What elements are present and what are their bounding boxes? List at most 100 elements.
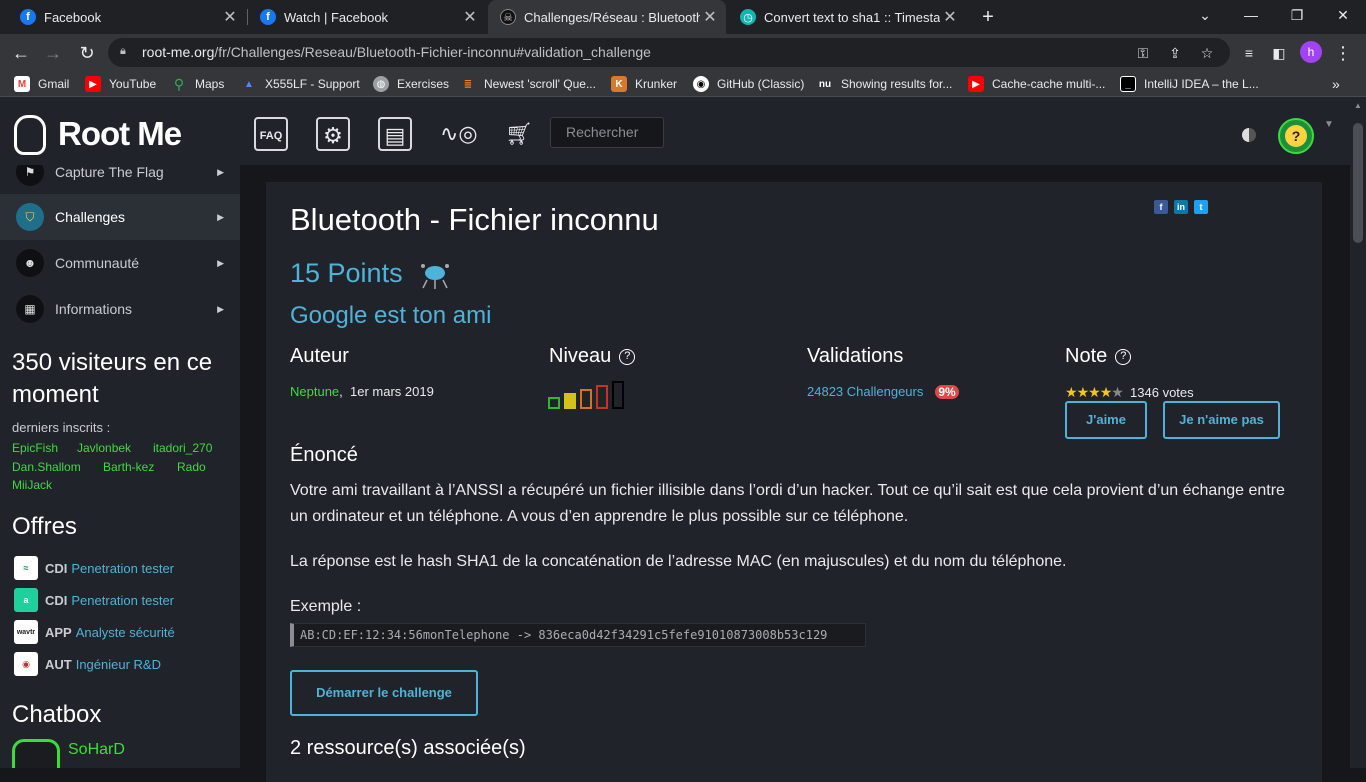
recent-user-link[interactable]: MiiJack — [12, 478, 52, 492]
difficulty-bar — [612, 381, 624, 409]
new-tab-button[interactable]: + — [976, 5, 1000, 29]
documents-icon[interactable]: ▤ — [378, 117, 412, 151]
bookmark-gmail[interactable]: M Gmail — [14, 75, 69, 93]
star-icon: ★ — [1099, 384, 1113, 400]
chat-user-link[interactable]: SoHarD — [68, 741, 125, 759]
linkedin-share-icon[interactable]: in — [1174, 200, 1188, 214]
user-avatar[interactable]: ? — [1278, 118, 1314, 154]
offer-link[interactable]: Ingénieur R&D — [76, 657, 161, 672]
bookmark-intellij[interactable]: _ IntelliJ IDEA – the L... — [1120, 75, 1259, 93]
krunker-icon: K — [611, 76, 627, 92]
offer-item[interactable]: wavtr APP Analyste sécurité — [14, 620, 175, 644]
bookmark-results[interactable]: nu Showing results for... — [817, 75, 953, 93]
shop-cart-icon[interactable]: 🛒︎ — [502, 117, 536, 151]
tab-sha1-converter[interactable]: ◷ Convert text to sha1 :: Timestamp ✕ — [728, 0, 966, 34]
sidebar-item-challenges[interactable]: ⛉ Challenges ▶ — [0, 194, 240, 240]
recent-user-link[interactable]: itadori_270 — [153, 441, 212, 455]
restore-icon[interactable]: ❐ — [1274, 0, 1320, 30]
offer-type: CDI — [45, 560, 68, 576]
reload-icon[interactable]: ↻ — [74, 40, 100, 66]
media-icon[interactable]: ≡ — [1236, 40, 1262, 66]
publish-date: 1er mars 2019 — [350, 384, 434, 399]
theme-toggle-icon[interactable] — [1242, 128, 1256, 142]
recent-user-link[interactable]: Barth-kez — [103, 460, 154, 474]
offer-type: AUT — [45, 656, 72, 672]
recent-user-link[interactable]: Javlonbek — [77, 441, 131, 455]
badge-icon: ⛉ — [16, 203, 44, 231]
minimize-icon[interactable]: — — [1228, 0, 1274, 30]
share-icon[interactable]: ⇪ — [1166, 44, 1184, 62]
chevron-right-icon: ▶ — [217, 166, 224, 177]
recent-user-link[interactable]: EpicFish — [12, 441, 58, 455]
sidebar-item-informations[interactable]: ▦ Informations ▶ — [0, 286, 240, 332]
signal-icon[interactable]: ∿◎ — [440, 117, 478, 151]
bookmark-github[interactable]: ◉ GitHub (Classic) — [693, 75, 804, 93]
sidebar: ⚑ Capture The Flag ▶ ⛉ Challenges ▶ ☻ Co… — [0, 97, 240, 768]
close-icon[interactable]: ✕ — [700, 7, 720, 27]
bookmark-youtube[interactable]: ▶ YouTube — [85, 75, 156, 93]
close-icon[interactable]: ✕ — [460, 7, 480, 27]
bookmark-cache-cache[interactable]: ▶ Cache-cache multi-... — [968, 75, 1105, 93]
faq-icon[interactable]: FAQ — [254, 117, 288, 151]
tools-icon[interactable]: ⚙ — [316, 117, 350, 151]
close-icon[interactable]: ✕ — [220, 7, 240, 27]
help-icon[interactable]: ? — [1115, 348, 1132, 365]
like-button[interactable]: J'aime — [1065, 401, 1147, 439]
tab-search-icon[interactable]: ⌄ — [1182, 0, 1228, 30]
validation-rate-badge: 9% — [935, 385, 959, 399]
offer-item[interactable]: ◉ AUT Ingénieur R&D — [14, 652, 161, 676]
close-icon[interactable]: ✕ — [940, 7, 960, 27]
asus-icon: ▲ — [244, 78, 254, 90]
github-icon: ◉ — [693, 76, 709, 92]
tab-facebook[interactable]: f Facebook ✕ — [8, 0, 246, 34]
twitter-share-icon[interactable]: t — [1194, 200, 1208, 214]
sidebar-item-community[interactable]: ☻ Communauté ▶ — [0, 240, 240, 286]
page-scrollbar[interactable]: ▲ — [1350, 97, 1366, 768]
bookmark-stackoverflow[interactable]: ≣ Newest 'scroll' Que... — [460, 75, 596, 93]
offer-item[interactable]: ≈ CDI Penetration tester — [14, 556, 174, 580]
bookmark-krunker[interactable]: K Krunker — [611, 75, 677, 93]
company-logo-icon: ≈ — [14, 556, 38, 580]
chevron-right-icon: ▶ — [217, 303, 224, 314]
scroll-thumb[interactable] — [1353, 123, 1363, 243]
facebook-share-icon[interactable]: f — [1154, 200, 1168, 214]
tab-challenge[interactable]: ☠ Challenges/Réseau : Bluetooth - F ✕ — [488, 0, 726, 34]
question-icon: ? — [1285, 125, 1307, 147]
help-icon[interactable]: ? — [619, 348, 636, 365]
author-link[interactable]: Neptune — [290, 384, 339, 399]
caret-down-icon[interactable]: ▼ — [1324, 119, 1334, 130]
tab-watch-facebook[interactable]: f Watch | Facebook ✕ — [248, 0, 486, 34]
bookmark-label: X555LF - Support — [265, 77, 360, 91]
dislike-button[interactable]: Je n'aime pas — [1163, 401, 1280, 439]
offer-link[interactable]: Analyste sécurité — [76, 625, 175, 640]
tab-title: Watch | Facebook — [284, 9, 389, 25]
star-icon: ★ — [1111, 384, 1124, 400]
bookmark-maps[interactable]: ⚲ Maps — [171, 75, 224, 93]
offer-item[interactable]: a CDI Penetration tester — [14, 588, 174, 612]
bookmark-exercises[interactable]: ◍ Exercises — [373, 75, 449, 93]
search-input[interactable]: Rechercher — [550, 117, 664, 148]
site-top-nav: FAQ ⚙ ▤ ∿◎ 🛒︎ Rechercher ? ▼ — [240, 97, 1350, 165]
tab-title: Challenges/Réseau : Bluetooth - F — [524, 9, 700, 25]
bookmarks-more-icon[interactable]: » — [1332, 76, 1340, 92]
address-bar[interactable]: 🔒︎ root-me.org/fr/Challenges/Reseau/Blue… — [108, 38, 1230, 67]
offer-link[interactable]: Penetration tester — [71, 593, 174, 608]
validations-link[interactable]: 24823 Challengeurs — [807, 384, 923, 399]
bookmark-x555lf[interactable]: ▲ X555LF - Support — [241, 75, 360, 93]
menu-icon[interactable]: ⋮ — [1330, 40, 1356, 66]
offer-link[interactable]: Penetration tester — [71, 561, 174, 576]
scroll-up-icon[interactable]: ▲ — [1354, 101, 1362, 110]
key-icon[interactable]: ⚿ — [1134, 44, 1152, 62]
bookmark-star-icon[interactable]: ☆ — [1198, 44, 1216, 62]
recent-user-link[interactable]: Dan.Shallom — [12, 460, 81, 474]
difficulty-bar — [548, 397, 560, 409]
back-icon[interactable]: ← — [8, 40, 34, 66]
side-panel-icon[interactable]: ◧ — [1266, 40, 1292, 66]
window-close-icon[interactable]: ✕ — [1320, 0, 1366, 30]
recent-user-link[interactable]: Rado — [177, 460, 206, 474]
rootme-logo[interactable]: Root Me — [0, 97, 240, 165]
forward-icon[interactable]: → — [40, 40, 66, 66]
start-challenge-button[interactable]: Démarrer le challenge — [290, 670, 478, 716]
profile-avatar[interactable]: h — [1300, 41, 1322, 63]
nu-icon: nu — [818, 78, 832, 90]
